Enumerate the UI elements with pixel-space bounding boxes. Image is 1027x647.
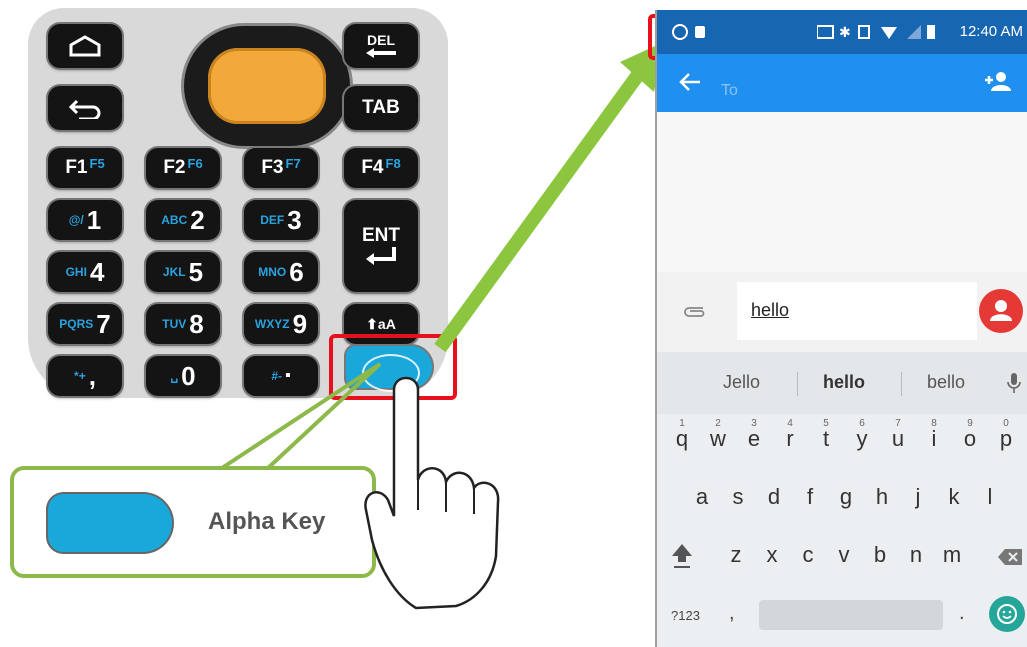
key-x[interactable]: x [757, 542, 787, 568]
key-f[interactable]: f [795, 484, 825, 510]
key-y[interactable]: y [847, 426, 877, 452]
callout-pointer [220, 362, 382, 470]
key-u[interactable]: u [883, 426, 913, 452]
person-icon [990, 300, 1012, 321]
divider [901, 372, 902, 396]
space-bar[interactable] [759, 600, 943, 630]
key-n[interactable]: n [901, 542, 931, 568]
status-bar: ✱ 12:40 AM [657, 10, 1027, 54]
key-l[interactable]: l [975, 484, 1005, 510]
attachment-icon[interactable] [683, 304, 705, 318]
soft-keyboard: Jello hello bello 1 q 2 w 3 e 4 r 5 t 6 … [657, 352, 1027, 647]
key-c[interactable]: c [793, 542, 823, 568]
key-m[interactable]: m [937, 542, 967, 568]
message-text: hello [751, 300, 790, 320]
key-v[interactable]: v [829, 542, 859, 568]
alpha-key-callout: Alpha Key [10, 466, 376, 578]
app-bar: To [657, 54, 1027, 112]
key-w[interactable]: w [703, 426, 733, 452]
key-a[interactable]: a [687, 484, 717, 510]
message-input[interactable]: hello [737, 282, 977, 340]
key-q[interactable]: q [667, 426, 697, 452]
key-e[interactable]: e [739, 426, 769, 452]
key-i[interactable]: i [919, 426, 949, 452]
key-h[interactable]: h [867, 484, 897, 510]
suggestion-bar: Jello hello bello [657, 352, 1027, 414]
key-p[interactable]: p [991, 426, 1021, 452]
divider [797, 372, 798, 396]
backspace-icon[interactable] [997, 548, 1023, 566]
suggestion-2[interactable]: hello [823, 372, 865, 393]
recipient-field[interactable]: To [721, 82, 738, 100]
key-b[interactable]: b [865, 542, 895, 568]
emoji-button[interactable] [989, 596, 1025, 632]
alpha-mode-indicator-icon [672, 24, 688, 40]
compose-bar: hello [657, 272, 1027, 352]
smiley-icon [997, 604, 1017, 624]
key-d[interactable]: d [759, 484, 789, 510]
key-k[interactable]: k [939, 484, 969, 510]
key-g[interactable]: g [831, 484, 861, 510]
key-s[interactable]: s [723, 484, 753, 510]
add-contact-icon[interactable] [983, 70, 1011, 92]
suggestion-1[interactable]: Jello [723, 372, 760, 393]
comma-key[interactable]: , [729, 602, 735, 625]
shift-icon[interactable] [671, 542, 693, 570]
svg-text:✱: ✱ [839, 25, 851, 41]
callout-label: Alpha Key [208, 508, 326, 535]
pointing-hand-icon [364, 376, 500, 610]
status-time: 12:40 AM [959, 23, 1023, 40]
suggestion-3[interactable]: bello [927, 372, 965, 393]
alpha-key-illustration [48, 494, 172, 552]
key-z[interactable]: z [721, 542, 751, 568]
period-key[interactable]: . [959, 602, 965, 625]
key-j[interactable]: j [903, 484, 933, 510]
phone-screen: ✱ 12:40 AM To hello Jello hello bello 1 … [655, 10, 1027, 647]
key-r[interactable]: r [775, 426, 805, 452]
sim-icon [695, 26, 705, 38]
key-t[interactable]: t [811, 426, 841, 452]
back-arrow-icon[interactable] [679, 72, 701, 92]
microphone-icon[interactable] [1007, 372, 1021, 394]
status-icons: ✱ [817, 25, 935, 41]
contact-button[interactable] [979, 289, 1023, 333]
symbols-key[interactable]: ?123 [671, 608, 700, 623]
green-arrow [434, 42, 664, 353]
key-o[interactable]: o [955, 426, 985, 452]
